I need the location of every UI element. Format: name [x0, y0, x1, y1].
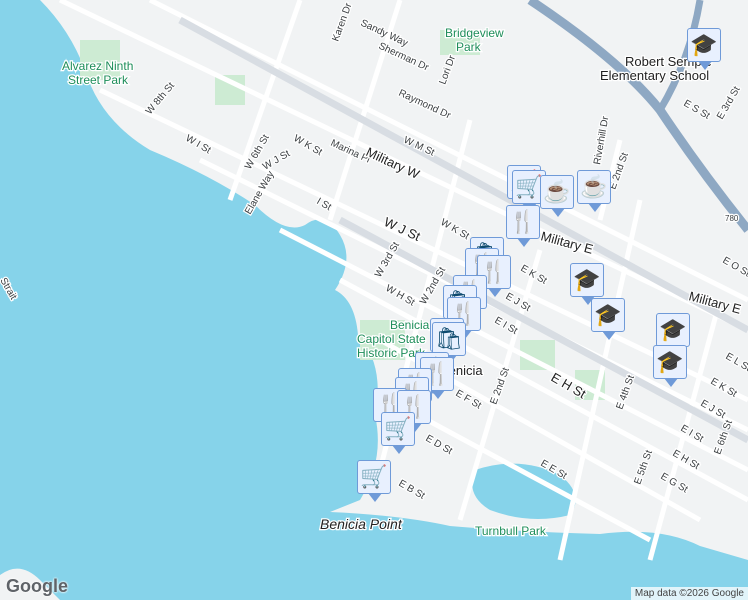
coffee-icon: ☕ — [580, 174, 608, 199]
school-icon: 🎓 — [573, 267, 601, 292]
map-marker-school[interactable]: 🎓 — [570, 263, 604, 305]
cart-icon: 🛒 — [384, 416, 412, 441]
map-marker-school[interactable]: 🎓 — [591, 298, 625, 340]
map-marker-shopping[interactable]: 🛍 — [432, 322, 466, 364]
svg-text:Benicia: Benicia — [390, 318, 430, 332]
map-marker-school[interactable]: 🎓 — [656, 313, 690, 355]
map-marker-cart[interactable]: 🛒 — [381, 412, 415, 454]
school-icon: 🎓 — [594, 302, 622, 327]
map-canvas[interactable]: Alvarez Ninth Street Park Bridgeview Par… — [0, 0, 748, 600]
map-marker-school[interactable]: 🎓 — [653, 345, 687, 387]
svg-text:Park: Park — [456, 40, 482, 54]
svg-text:Turnbull Park: Turnbull Park — [475, 524, 547, 538]
svg-text:Bridgeview: Bridgeview — [445, 26, 504, 40]
map-marker-coffee[interactable]: ☕ — [540, 175, 574, 217]
svg-text:Benicia Point: Benicia Point — [320, 516, 403, 532]
cart-icon: 🛒 — [515, 174, 543, 199]
school-icon: 🎓 — [690, 32, 718, 57]
restaurant-icon: 🍴 — [509, 209, 537, 234]
map-attribution[interactable]: Map data ©2026 Google — [630, 587, 748, 600]
map-marker-school[interactable]: 🎓 — [687, 28, 721, 70]
svg-text:780: 780 — [725, 214, 739, 223]
map-marker-cart[interactable]: 🛒 — [357, 460, 391, 502]
shopping-icon: 🛍 — [435, 326, 463, 351]
svg-text:Capitol State: Capitol State — [357, 332, 426, 346]
svg-text:Elementary School: Elementary School — [600, 68, 709, 83]
school-icon: 🎓 — [656, 349, 684, 374]
svg-text:Alvarez Ninth: Alvarez Ninth — [62, 59, 133, 73]
map-marker-coffee[interactable]: ☕ — [577, 170, 611, 212]
coffee-icon: ☕ — [543, 179, 571, 204]
school-icon: 🎓 — [659, 317, 687, 342]
google-logo: Google — [6, 576, 68, 596]
cart-icon: 🛒 — [360, 464, 388, 489]
svg-text:Street Park: Street Park — [68, 73, 129, 87]
map-marker-restaurant[interactable]: 🍴 — [506, 205, 540, 247]
